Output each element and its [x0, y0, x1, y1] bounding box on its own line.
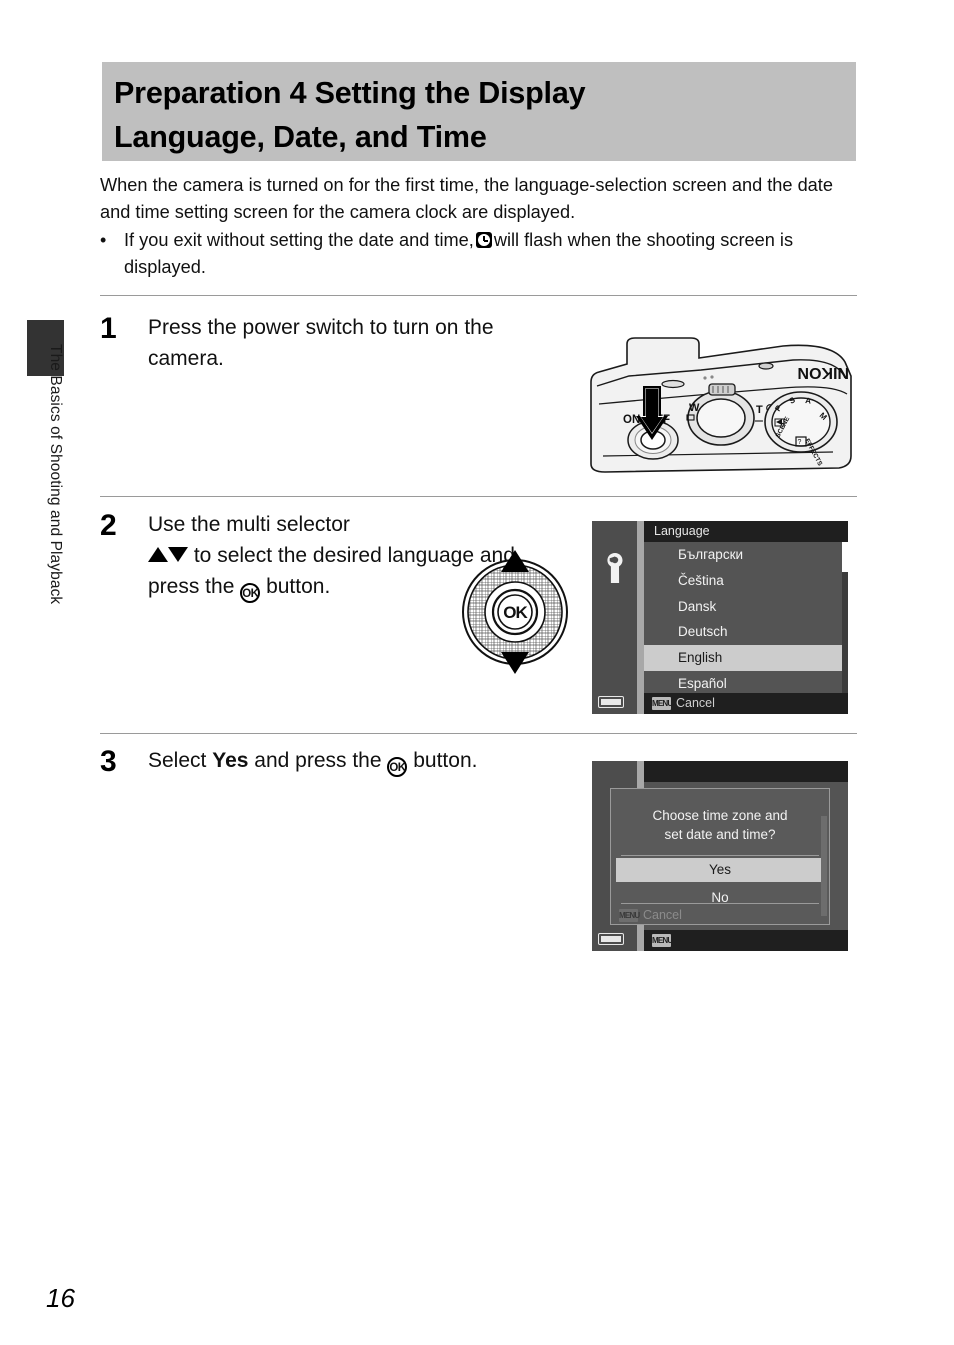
- step-3: 3 Select Yes and press the OK button.: [100, 745, 570, 778]
- ok-button-icon: OK: [240, 583, 261, 603]
- intro-paragraph: When the camera is turned on for the fir…: [100, 175, 833, 222]
- camera-top-illustration: W T ON FF P S A M EFFECTS SCEN: [590, 337, 852, 473]
- bullet-text-before: If you exit without setting the date and…: [124, 230, 474, 250]
- language-scrollbar-track[interactable]: [842, 542, 848, 693]
- language-item[interactable]: Български: [644, 542, 848, 568]
- zoom-wide-label: W: [689, 402, 700, 414]
- step-3-text-mid: and press the: [254, 749, 382, 772]
- power-switch-label: ON: [623, 414, 640, 426]
- arrow-down-icon: [168, 547, 188, 562]
- battery-icon: [598, 696, 624, 708]
- language-screen-title: Language: [644, 521, 848, 542]
- language-selection-screen: Language Български Čeština Dansk Deutsch…: [592, 521, 848, 714]
- dialog-scrollbar[interactable]: [821, 816, 827, 916]
- language-list[interactable]: Български Čeština Dansk Deutsch English …: [644, 542, 848, 693]
- battery-icon: [598, 933, 624, 945]
- language-item[interactable]: Deutsch: [644, 619, 848, 645]
- time-zone-dialog-screen: Choose time zone and set date and time? …: [592, 761, 848, 951]
- zoom-tele-label: T: [756, 404, 763, 416]
- step-3-emphasis: Yes: [212, 749, 249, 772]
- intro-section: When the camera is turned on for the fir…: [100, 172, 860, 280]
- wrench-icon: [607, 553, 623, 583]
- dialog-cancel-label[interactable]: Cancel: [643, 908, 682, 923]
- clock-icon: [475, 232, 492, 248]
- bullet-marker: •: [100, 230, 107, 250]
- step-1-text: Press the power switch to turn on the ca…: [148, 316, 494, 370]
- step-3-text-before: Select: [148, 749, 207, 772]
- step-2-number: 2: [100, 509, 117, 542]
- step-3-text: Select Yes and press the OK button.: [148, 745, 570, 777]
- step-1-number: 1: [100, 312, 117, 345]
- brand-label: NIKON: [797, 364, 849, 381]
- section-divider-3: [100, 733, 857, 734]
- intro-bullet-item: • If you exit without setting the date a…: [100, 227, 860, 280]
- language-item[interactable]: Dansk: [644, 594, 848, 620]
- bullet-text: If you exit without setting the date and…: [124, 227, 860, 280]
- dialog-divider-top: [621, 855, 819, 856]
- dialog-cancel-row[interactable]: MENU Cancel: [619, 908, 682, 923]
- step-3-text-after: button.: [413, 749, 478, 772]
- multi-selector-illustration: OK: [462, 550, 568, 674]
- menu-button-icon: MENU: [652, 934, 673, 947]
- section-divider-2: [100, 496, 857, 497]
- step-2-text-before: Use the multi selector: [148, 513, 350, 536]
- step-2-text-after: button.: [266, 575, 331, 598]
- step-1: 1 Press the power switch to turn on the …: [100, 312, 570, 374]
- step-3-number: 3: [100, 745, 117, 778]
- lcd-dialog-header: [644, 761, 848, 782]
- section-divider-1: [100, 295, 857, 296]
- language-item[interactable]: Čeština: [644, 568, 848, 594]
- dialog-question: Choose time zone and set date and time?: [611, 806, 829, 844]
- arrow-up-icon: [148, 547, 168, 562]
- menu-button-icon: MENU: [652, 697, 673, 710]
- page-title-line1: Preparation 4 Setting the Display: [114, 76, 586, 110]
- chapter-label: The Basics of Shooting and Playback: [47, 344, 64, 605]
- mode-dial-A: A: [805, 396, 812, 406]
- dialog-divider-bottom: [621, 903, 819, 904]
- dialog-option-yes[interactable]: Yes: [616, 858, 824, 882]
- page-number: 16: [46, 1283, 75, 1313]
- language-screen-footer: MENU Cancel: [644, 693, 848, 714]
- dialog-screen-footer: MENU: [644, 930, 848, 951]
- svg-text:?: ?: [798, 439, 802, 446]
- confirmation-dialog: Choose time zone and set date and time? …: [610, 788, 830, 925]
- dialog-question-line2: set date and time?: [664, 827, 776, 842]
- language-scrollbar-thumb[interactable]: [842, 542, 848, 572]
- language-item-selected[interactable]: English: [644, 645, 848, 671]
- ok-button-icon: OK: [387, 757, 408, 777]
- lcd-sidebar-divider: [637, 521, 644, 714]
- page-heading-band: Preparation 4 Setting the Display Langua…: [102, 62, 856, 161]
- lcd-menu-sidebar: [592, 521, 637, 714]
- dialog-question-line1: Choose time zone and: [652, 808, 788, 823]
- cancel-label[interactable]: Cancel: [676, 693, 715, 714]
- multi-selector-ok-label: OK: [503, 603, 528, 622]
- menu-button-icon: MENU: [619, 909, 640, 922]
- dialog-option-no[interactable]: No: [616, 886, 824, 910]
- page-title-line2: Language, Date, and Time: [114, 120, 487, 154]
